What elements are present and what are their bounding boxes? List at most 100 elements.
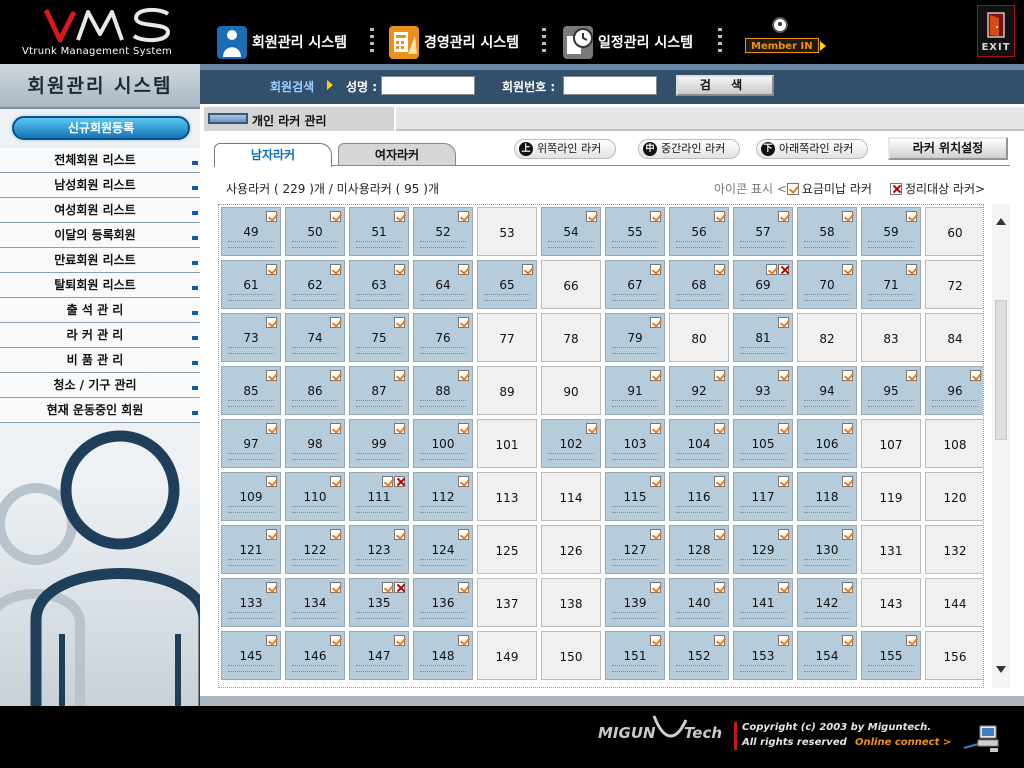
locker-104[interactable]: 104 [669, 419, 729, 468]
locker-142[interactable]: 142 [797, 578, 857, 627]
locker-83[interactable]: 83 [861, 313, 921, 362]
locker-67[interactable]: 67 [605, 260, 665, 309]
locker-146[interactable]: 146 [285, 631, 345, 680]
online-connect-link[interactable]: Online connect > [855, 737, 951, 748]
locker-101[interactable]: 101 [477, 419, 537, 468]
scroll-down-icon[interactable] [996, 666, 1006, 673]
locker-110[interactable]: 110 [285, 472, 345, 521]
locker-143[interactable]: 143 [861, 578, 921, 627]
locker-98[interactable]: 98 [285, 419, 345, 468]
locker-80[interactable]: 80 [669, 313, 729, 362]
locker-128[interactable]: 128 [669, 525, 729, 574]
locker-122[interactable]: 122 [285, 525, 345, 574]
locker-49[interactable]: 49 [221, 207, 281, 256]
locker-107[interactable]: 107 [861, 419, 921, 468]
locker-52[interactable]: 52 [413, 207, 473, 256]
member-in-button[interactable]: Member IN [745, 38, 819, 53]
locker-95[interactable]: 95 [861, 366, 921, 415]
locker-149[interactable]: 149 [477, 631, 537, 680]
locker-55[interactable]: 55 [605, 207, 665, 256]
sidebar-item-cleaning-equipment[interactable]: 청소 / 기구 관리 [0, 373, 200, 398]
locker-123[interactable]: 123 [349, 525, 409, 574]
locker-66[interactable]: 66 [541, 260, 601, 309]
locker-109[interactable]: 109 [221, 472, 281, 521]
locker-54[interactable]: 54 [541, 207, 601, 256]
locker-103[interactable]: 103 [605, 419, 665, 468]
locker-94[interactable]: 94 [797, 366, 857, 415]
locker-78[interactable]: 78 [541, 313, 601, 362]
member-number-input[interactable] [563, 76, 657, 95]
scroll-up-icon[interactable] [996, 218, 1006, 225]
locker-65[interactable]: 65 [477, 260, 537, 309]
locker-144[interactable]: 144 [925, 578, 983, 627]
locker-99[interactable]: 99 [349, 419, 409, 468]
locker-50[interactable]: 50 [285, 207, 345, 256]
locker-125[interactable]: 125 [477, 525, 537, 574]
locker-79[interactable]: 79 [605, 313, 665, 362]
locker-105[interactable]: 105 [733, 419, 793, 468]
exit-button[interactable]: EXIT [977, 5, 1015, 57]
locker-156[interactable]: 156 [925, 631, 983, 680]
tab-male-lockers[interactable]: 남자라커 [214, 143, 332, 167]
name-input[interactable] [381, 76, 475, 95]
locker-115[interactable]: 115 [605, 472, 665, 521]
locker-154[interactable]: 154 [797, 631, 857, 680]
locker-61[interactable]: 61 [221, 260, 281, 309]
middle-line-lockers-button[interactable]: 中 중간라인 라커 [638, 139, 741, 159]
locker-119[interactable]: 119 [861, 472, 921, 521]
locker-135[interactable]: 135 [349, 578, 409, 627]
locker-64[interactable]: 64 [413, 260, 473, 309]
sidebar-item-expired-members[interactable]: 만료회원 리스트 [0, 248, 200, 273]
new-member-register-button[interactable]: 신규회원등록 [12, 116, 190, 140]
locker-88[interactable]: 88 [413, 366, 473, 415]
locker-51[interactable]: 51 [349, 207, 409, 256]
locker-74[interactable]: 74 [285, 313, 345, 362]
locker-57[interactable]: 57 [733, 207, 793, 256]
locker-87[interactable]: 87 [349, 366, 409, 415]
locker-82[interactable]: 82 [797, 313, 857, 362]
locker-153[interactable]: 153 [733, 631, 793, 680]
nav-schedule-system[interactable]: 일정관리 시스템 [562, 22, 693, 62]
search-button[interactable]: 검 색 [676, 75, 774, 96]
locker-56[interactable]: 56 [669, 207, 729, 256]
sidebar-item-monthly-registered[interactable]: 이달의 등록회원 [0, 223, 200, 248]
upper-line-lockers-button[interactable]: 上 위쪽라인 라커 [514, 139, 617, 159]
locker-141[interactable]: 141 [733, 578, 793, 627]
nav-member-system[interactable]: 회원관리 시스템 [216, 22, 347, 62]
locker-73[interactable]: 73 [221, 313, 281, 362]
locker-150[interactable]: 150 [541, 631, 601, 680]
locker-127[interactable]: 127 [605, 525, 665, 574]
locker-113[interactable]: 113 [477, 472, 537, 521]
locker-grid-scrollbar[interactable] [992, 204, 1010, 688]
locker-132[interactable]: 132 [925, 525, 983, 574]
locker-129[interactable]: 129 [733, 525, 793, 574]
locker-68[interactable]: 68 [669, 260, 729, 309]
locker-108[interactable]: 108 [925, 419, 983, 468]
locker-131[interactable]: 131 [861, 525, 921, 574]
locker-124[interactable]: 124 [413, 525, 473, 574]
locker-120[interactable]: 120 [925, 472, 983, 521]
locker-63[interactable]: 63 [349, 260, 409, 309]
locker-138[interactable]: 138 [541, 578, 601, 627]
locker-92[interactable]: 92 [669, 366, 729, 415]
sidebar-item-withdrawn-members[interactable]: 탈퇴회원 리스트 [0, 273, 200, 298]
locker-90[interactable]: 90 [541, 366, 601, 415]
locker-121[interactable]: 121 [221, 525, 281, 574]
locker-89[interactable]: 89 [477, 366, 537, 415]
locker-77[interactable]: 77 [477, 313, 537, 362]
locker-72[interactable]: 72 [925, 260, 983, 309]
locker-118[interactable]: 118 [797, 472, 857, 521]
locker-59[interactable]: 59 [861, 207, 921, 256]
locker-152[interactable]: 152 [669, 631, 729, 680]
locker-70[interactable]: 70 [797, 260, 857, 309]
nav-business-system[interactable]: 경영관리 시스템 [388, 22, 519, 62]
sidebar-item-supplies[interactable]: 비 품 관 리 [0, 348, 200, 373]
sidebar-item-female-members[interactable]: 여성회원 리스트 [0, 198, 200, 223]
locker-155[interactable]: 155 [861, 631, 921, 680]
locker-126[interactable]: 126 [541, 525, 601, 574]
lower-line-lockers-button[interactable]: 下 아래쪽라인 라커 [756, 139, 869, 159]
sidebar-item-exercising-now[interactable]: 현재 운동중인 회원 [0, 398, 200, 423]
locker-117[interactable]: 117 [733, 472, 793, 521]
locker-114[interactable]: 114 [541, 472, 601, 521]
locker-102[interactable]: 102 [541, 419, 601, 468]
